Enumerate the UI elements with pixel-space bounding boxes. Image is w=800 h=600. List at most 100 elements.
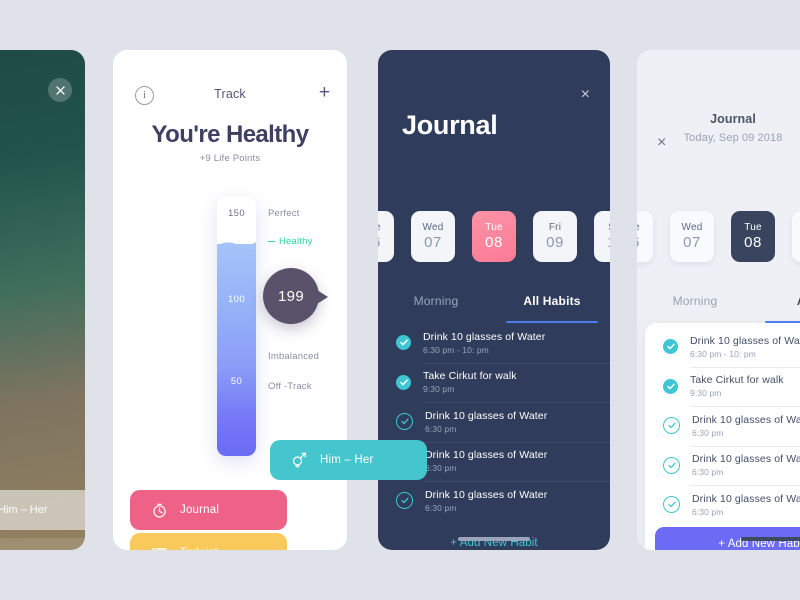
gender-symbol-icon xyxy=(292,452,306,468)
day-number: 07 xyxy=(683,234,701,251)
page-title: Track xyxy=(214,87,246,101)
gauge-tick-50: 50 xyxy=(230,376,243,387)
tab-all-habits[interactable]: All Habits xyxy=(494,278,610,323)
gauge-label-offtrack: Off -Track xyxy=(268,381,312,392)
checkbox-checked[interactable] xyxy=(663,378,678,394)
day-chip-fri-09[interactable]: Fri 09 xyxy=(792,211,800,262)
habit-name: Drink 10 glasses of Water xyxy=(692,453,800,466)
gauge-label-imbalanced: Imbalanced xyxy=(268,351,320,362)
day-number: 07 xyxy=(424,234,442,251)
day-selector[interactable]: Tue 06 Wed 07 Tue 08 Fri 09 Sat 10 xyxy=(378,159,610,262)
habit-time: 6:30 pm xyxy=(692,467,724,478)
day-chip[interactable]: Tue 06 xyxy=(378,211,394,262)
habit-time: 9:30 pm xyxy=(690,388,722,399)
habit-time: 6:30 pm - 10: pm xyxy=(690,348,756,359)
habit-text: Drink 10 glasses of Water 6:30 pm xyxy=(692,453,800,477)
tab-all-habits[interactable]: All H xyxy=(753,278,800,323)
habit-row[interactable]: Drink 10 glasses of Water 6:30 pm xyxy=(645,406,800,446)
check-icon xyxy=(666,343,675,350)
close-button[interactable]: × xyxy=(581,87,590,103)
day-name: Sat xyxy=(608,222,610,233)
todoist-button[interactable]: Todoist xyxy=(130,533,287,550)
habit-time: 6:30 pm xyxy=(692,427,724,438)
day-name: Fri xyxy=(548,222,562,233)
check-icon xyxy=(400,497,409,504)
check-icon xyxy=(400,418,409,425)
habit-row[interactable]: Drink 10 glasses of Water 6:30 pm - 10: … xyxy=(645,327,800,367)
day-selector[interactable]: Tue 06 Wed 07 Tue 08 Fri 09 xyxy=(637,159,800,262)
habit-text: Drink 10 glasses of Water 6:30 pm - 10: … xyxy=(423,331,545,355)
day-number: 06 xyxy=(378,234,381,251)
gauge-label-perfect: Perfect xyxy=(268,208,300,219)
habit-time: 6:30 pm xyxy=(425,423,457,434)
add-button[interactable]: + xyxy=(319,83,330,102)
secondary-pill-button[interactable] xyxy=(0,538,85,550)
day-name: Tue xyxy=(378,222,381,233)
habit-name: Drink 10 glasses of Water xyxy=(425,409,548,422)
habit-tabs[interactable]: Morning All Habits xyxy=(378,278,610,323)
day-name: Tue xyxy=(637,222,640,233)
habit-text: Take Cirkut for walk 9:30 pm xyxy=(690,374,784,398)
habit-name: Drink 10 glasses of Water xyxy=(692,413,800,426)
tab-morning[interactable]: Morning xyxy=(378,278,494,323)
gauge-fill xyxy=(217,244,256,456)
tab-morning[interactable]: Morning xyxy=(637,278,753,323)
habit-time: 6:30 pm xyxy=(425,463,457,474)
active-dash-icon xyxy=(268,240,275,243)
habit-row[interactable]: Drink 10 glasses of Water 6:30 pm xyxy=(645,445,800,486)
habit-text: Drink 10 glasses of Water 6:30 pm xyxy=(425,410,547,434)
list-icon xyxy=(152,547,167,550)
score-bubble: 199 xyxy=(263,268,328,324)
habit-list: Drink 10 glasses of Water 6:30 pm - 10: … xyxy=(378,323,610,521)
checkbox-unchecked[interactable] xyxy=(663,456,680,474)
screenshot-canvas: lthy Perfect Healthy Balanced Imbalanced… xyxy=(0,0,800,600)
gauge-tick-100: 100 xyxy=(227,294,246,305)
him-her-button-teal[interactable]: Him – Her xyxy=(270,440,427,480)
checkbox-checked[interactable] xyxy=(396,335,411,351)
habit-row[interactable]: Take Cirkut for walk 9:30 pm xyxy=(645,366,800,407)
habit-name: Drink 10 glasses of Water xyxy=(425,488,548,501)
habit-text: Drink 10 glasses of Water 6:30 pm xyxy=(692,414,800,438)
journal-button[interactable]: Journal xyxy=(130,490,287,530)
journal-light-card: × Journal Today, Sep 09 2018 Tue 06 Wed … xyxy=(637,50,800,550)
check-icon xyxy=(667,422,676,429)
day-number: 09 xyxy=(546,234,564,251)
day-chip-tue-08-selected[interactable]: Tue 08 xyxy=(731,211,775,262)
health-gauge[interactable]: 150 100 50 xyxy=(217,196,256,456)
habit-text: Drink 10 glasses of Water 6:30 pm - 10: … xyxy=(690,335,800,359)
score-value: 199 xyxy=(278,287,304,305)
him-her-button[interactable]: Him – Her xyxy=(0,490,85,530)
day-chip-tue-08-selected[interactable]: Tue 08 xyxy=(472,211,516,262)
habit-text: Take Cirkut for walk 9:30 pm xyxy=(423,370,517,394)
journal-light-title: Journal xyxy=(710,112,756,126)
bubble-pointer-icon xyxy=(317,290,328,304)
habit-name: Drink 10 glasses of Water xyxy=(425,449,548,462)
gauge-tick-150: 150 xyxy=(227,208,246,219)
habit-row[interactable]: Drink 10 glasses of Water 6:30 pm - 10: … xyxy=(378,323,610,363)
habit-row[interactable]: Drink 10 glasses of Water 6:30 pm xyxy=(378,481,610,521)
day-chip-wed-07[interactable]: Wed 07 xyxy=(670,211,714,262)
checkbox-unchecked[interactable] xyxy=(396,492,413,510)
habit-time: 9:30 pm xyxy=(423,384,455,395)
gauge-wave-icon xyxy=(217,242,256,250)
habit-tabs[interactable]: Morning All H xyxy=(637,278,800,323)
checkbox-unchecked[interactable] xyxy=(663,417,680,435)
day-chip-wed-07[interactable]: Wed 07 xyxy=(411,211,455,262)
check-icon xyxy=(666,383,675,390)
checkbox-unchecked[interactable] xyxy=(663,496,680,514)
checkbox-checked[interactable] xyxy=(396,374,411,390)
habit-row[interactable]: Drink 10 glasses of Water 6:30 pm xyxy=(645,485,800,525)
checkbox-unchecked[interactable] xyxy=(396,413,413,431)
day-number: 10 xyxy=(607,234,610,251)
day-chip-fri-09[interactable]: Fri 09 xyxy=(533,211,577,262)
close-button[interactable] xyxy=(48,78,72,102)
day-chip[interactable]: Sat 10 xyxy=(594,211,610,262)
headline-text: You're Healthy xyxy=(151,121,310,148)
day-chip[interactable]: Tue 06 xyxy=(637,211,653,262)
habit-row[interactable]: Drink 10 glasses of Water 6:30 pm xyxy=(378,402,610,442)
close-icon xyxy=(55,85,65,95)
habit-time: 6:30 pm - 10: pm xyxy=(423,344,489,355)
habit-row[interactable]: Take Cirkut for walk 9:30 pm xyxy=(378,362,610,403)
checkbox-checked[interactable] xyxy=(663,339,678,355)
gauge-label-healthy-text: Healthy xyxy=(279,236,313,247)
